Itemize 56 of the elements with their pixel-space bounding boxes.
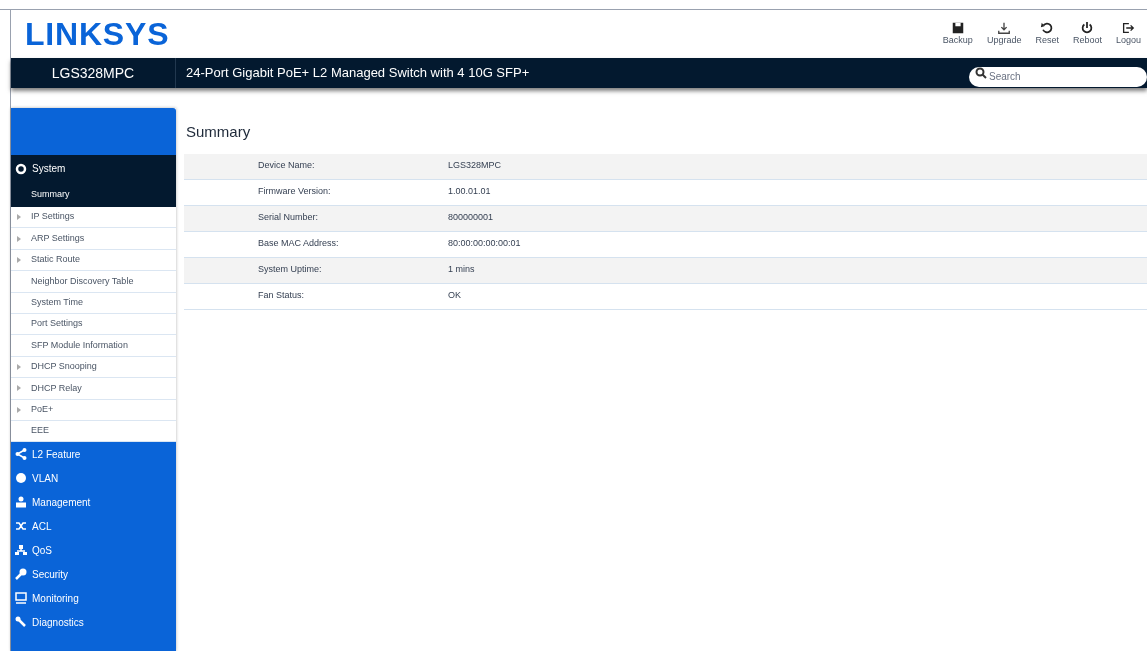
toolbar-button[interactable]: Upgrade (980, 10, 1028, 58)
power-icon (1080, 21, 1095, 36)
field-value: 800000001 (448, 211, 494, 225)
sidebar-category[interactable]: Diagnostics (11, 610, 176, 635)
field-value: 1.00.01.01 (448, 185, 491, 199)
field-label: Base MAC Address: (258, 237, 340, 251)
toolbar-button[interactable]: Reset (1029, 10, 1065, 58)
wrench-icon (15, 616, 27, 629)
field-label: Serial Number: (258, 211, 320, 225)
sidebar-item[interactable]: Port Settings (11, 313, 176, 336)
field-label: Firmware Version: (258, 185, 332, 199)
sidebar-item[interactable]: Static Route (11, 249, 176, 272)
toolbar-button[interactable]: Logou (1109, 10, 1147, 58)
device-description: 24-Port Gigabit PoE+ L2 Managed Switch with 4 10G SFP+ (185, 64, 531, 83)
sidebar-item[interactable]: PoE+ (11, 399, 176, 421)
share-icon (15, 448, 27, 461)
field-label: Fan Status: (258, 289, 306, 303)
sidebar-item[interactable]: DHCP Snooping (11, 356, 176, 379)
search-icon (975, 67, 987, 79)
toolbar-button[interactable]: Reboot (1066, 10, 1108, 58)
logo: LINKSYS (25, 18, 170, 50)
sidebar-item[interactable]: System Time (11, 292, 176, 314)
sidebar-item[interactable]: ARP Settings (11, 228, 176, 250)
field-value: LGS328MPC (448, 159, 502, 173)
key-icon (15, 568, 27, 581)
field-value: 1 mins (448, 263, 475, 277)
floppy-icon (950, 21, 965, 36)
person-icon (15, 496, 27, 509)
page-title: Summary (185, 122, 252, 142)
sidebar-item[interactable]: IP Settings (11, 207, 176, 229)
sidebar-item[interactable]: EEE (11, 420, 176, 443)
sidebar-item[interactable]: DHCP Relay (11, 378, 176, 400)
field-value: 80:00:00:00:00:01 (448, 237, 521, 251)
field-value: OK (448, 289, 461, 303)
reset-icon (1040, 21, 1055, 36)
sidebar-item[interactable]: Neighbor Discovery Table (11, 271, 176, 293)
sidebar-category[interactable]: System (11, 155, 176, 182)
field-label: System Uptime: (258, 263, 323, 277)
monitor-icon (15, 592, 27, 605)
sidebar-category[interactable]: Security (11, 562, 176, 587)
network-icon (15, 544, 27, 557)
search-field[interactable]: Search (969, 66, 1147, 87)
sidebar-item[interactable]: SFP Module Information (11, 335, 176, 357)
toolbar-button[interactable]: Backup (936, 10, 979, 58)
sidebar-category[interactable]: ACL (11, 514, 176, 539)
sidebar-category[interactable]: Management (11, 490, 176, 515)
sidebar-category[interactable]: QoS (11, 538, 176, 563)
field-label: Device Name: (258, 159, 316, 173)
sidebar-category[interactable]: L2 Feature (11, 442, 176, 467)
sidebar-category[interactable]: Monitoring (11, 586, 176, 611)
sidebar-category[interactable]: VLAN (11, 466, 176, 491)
shuffle-icon (15, 520, 27, 533)
device-model: LGS328MPC (11, 58, 176, 88)
download-icon (997, 21, 1012, 36)
logout-icon (1121, 21, 1136, 36)
sidebar-item[interactable]: Summary (11, 182, 176, 207)
